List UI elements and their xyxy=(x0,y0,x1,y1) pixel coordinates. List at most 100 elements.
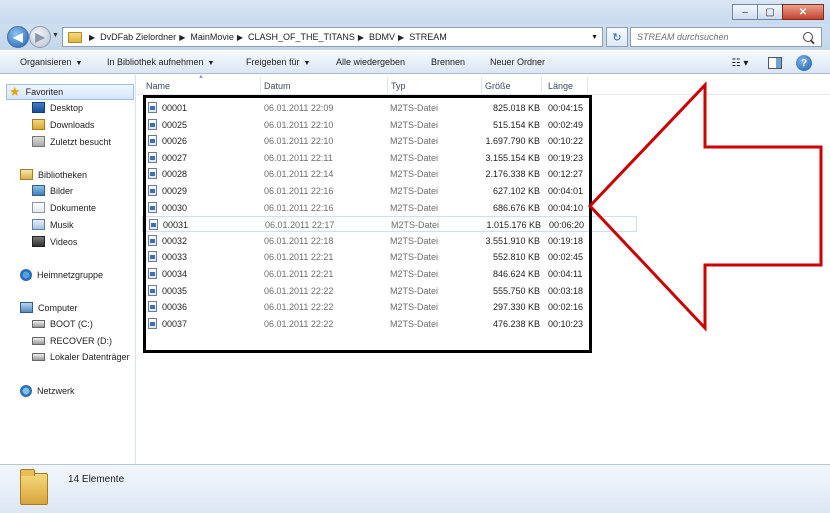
sidebar-item-drive-c[interactable]: BOOT (C:) xyxy=(32,319,93,329)
video-file-icon xyxy=(148,251,157,263)
play-all-button[interactable]: Alle wiedergeben xyxy=(336,57,405,67)
column-header-length[interactable]: Länge xyxy=(548,81,573,91)
breadcrumb-bdmv[interactable]: BDMV xyxy=(369,32,395,42)
table-row[interactable]: 00031 06.01.2011 22:17 M2TS-Datei 1.015.176… xyxy=(142,216,637,233)
file-type: M2TS-Datei xyxy=(390,103,439,113)
file-name: 00036 xyxy=(162,302,188,313)
sidebar-item-label: Netzwerk xyxy=(37,386,75,396)
chevron-right-icon[interactable]: ▶ xyxy=(395,33,409,42)
breadcrumb-stream[interactable]: STREAM xyxy=(409,32,447,42)
address-bar[interactable]: ▶ DvDFab Zielordner ▶ MainMovie ▶ CLASH_… xyxy=(62,27,603,47)
refresh-button[interactable]: ↻ xyxy=(606,27,628,47)
table-row[interactable]: 00027 06.01.2011 22:11 M2TS-Datei 3.155.154… xyxy=(142,150,634,166)
file-size: 476.238 KB xyxy=(492,318,540,329)
details-pane: 14 Elemente xyxy=(0,464,830,513)
sidebar-item-music[interactable]: Musik xyxy=(32,219,74,230)
column-divider[interactable] xyxy=(481,77,482,93)
organize-menu[interactable]: Organisieren ▼ xyxy=(20,57,82,67)
file-length: 00:10:23 xyxy=(548,318,584,329)
close-button[interactable]: ✕ xyxy=(782,4,824,20)
breadcrumb-clash[interactable]: CLASH_OF_THE_TITANS xyxy=(248,32,355,42)
video-file-icon xyxy=(148,201,157,213)
back-button[interactable]: ◀ xyxy=(7,26,29,48)
chevron-right-icon[interactable]: ▶ xyxy=(86,33,100,42)
table-row[interactable]: 00035 06.01.2011 22:22 M2TS-Datei 555.750 K… xyxy=(142,283,634,299)
file-date: 06.01.2011 22:18 xyxy=(264,235,334,246)
file-length: 00:03:18 xyxy=(548,285,584,296)
maximize-button[interactable]: ▢ xyxy=(757,4,783,20)
share-label: Freigeben für xyxy=(246,57,300,67)
preview-pane-icon[interactable] xyxy=(768,57,782,69)
include-library-menu[interactable]: In Bibliothek aufnehmen ▼ xyxy=(107,57,214,67)
share-menu[interactable]: Freigeben für ▼ xyxy=(246,57,310,67)
chevron-right-icon[interactable]: ▶ xyxy=(355,33,369,42)
table-row[interactable]: 00034 06.01.2011 22:21 M2TS-Datei 846.624 K… xyxy=(142,266,634,282)
column-divider[interactable] xyxy=(541,77,542,93)
change-view-icon[interactable]: ☷ ▾ xyxy=(727,55,753,71)
table-row[interactable]: 00029 06.01.2011 22:16 M2TS-Datei 627.102 K… xyxy=(142,183,634,199)
refresh-icon: ↻ xyxy=(612,31,622,44)
chevron-right-icon[interactable]: ▶ xyxy=(234,33,248,42)
sidebar-item-drive-d[interactable]: RECOVER (D:) xyxy=(32,336,112,346)
sidebar-item-computer[interactable]: Computer xyxy=(20,302,78,313)
file-date: 06.01.2011 22:14 xyxy=(264,169,334,180)
file-name: 00035 xyxy=(162,285,188,296)
new-folder-button[interactable]: Neuer Ordner xyxy=(490,57,545,67)
sidebar-item-label: Zuletzt besucht xyxy=(50,136,112,147)
table-row[interactable]: 00033 06.01.2011 22:21 M2TS-Datei 552.810 K… xyxy=(142,249,634,265)
table-row[interactable]: 00028 06.01.2011 22:14 M2TS-Datei 2.176.338… xyxy=(142,166,634,182)
sidebar-item-local-drive[interactable]: Lokaler Datenträger xyxy=(32,352,130,362)
table-row[interactable]: 00036 06.01.2011 22:22 M2TS-Datei 297.330 K… xyxy=(142,299,634,315)
breadcrumb-mainmovie[interactable]: MainMovie xyxy=(190,32,234,42)
chevron-right-icon[interactable]: ▶ xyxy=(176,33,190,42)
sidebar-item-network[interactable]: Netzwerk xyxy=(20,385,75,397)
file-date: 06.01.2011 22:21 xyxy=(264,269,334,279)
video-file-icon xyxy=(148,151,157,163)
column-header-type[interactable]: Typ xyxy=(391,81,406,91)
sidebar-item-videos[interactable]: Videos xyxy=(32,236,77,247)
search-input[interactable] xyxy=(631,32,801,42)
sidebar-item-downloads[interactable]: Downloads xyxy=(32,119,95,130)
help-icon[interactable]: ? xyxy=(796,55,812,71)
search-icon[interactable] xyxy=(803,32,813,42)
file-type: M2TS-Datei xyxy=(390,136,439,147)
file-list: ▲ Name Datum Typ Größe Länge 00001 06.01.… xyxy=(137,74,830,464)
column-divider[interactable] xyxy=(387,77,388,93)
column-divider[interactable] xyxy=(587,77,588,93)
minimize-button[interactable]: – xyxy=(732,4,758,20)
sidebar-item-label: Bibliotheken xyxy=(38,169,88,180)
file-date: 06.01.2011 22:22 xyxy=(264,285,334,296)
sidebar-item-desktop[interactable]: Desktop xyxy=(32,102,83,113)
sidebar-item-recent[interactable]: Zuletzt besucht xyxy=(32,136,111,147)
burn-button[interactable]: Brennen xyxy=(431,57,465,67)
sidebar-item-label: Downloads xyxy=(50,119,95,130)
title-bar: – ▢ ✕ xyxy=(0,0,830,24)
table-row[interactable]: 00025 06.01.2011 22:10 M2TS-Datei 515.154 K… xyxy=(142,117,634,133)
column-divider[interactable] xyxy=(260,77,261,93)
sidebar-item-homegroup[interactable]: Heimnetzgruppe xyxy=(20,269,103,281)
table-row[interactable]: 00037 06.01.2011 22:22 M2TS-Datei 476.238 K… xyxy=(142,316,634,332)
table-row[interactable]: 00030 06.01.2011 22:16 M2TS-Datei 686.676 K… xyxy=(142,200,634,216)
sidebar-item-documents[interactable]: Dokumente xyxy=(32,202,96,213)
forward-button[interactable]: ▶ xyxy=(29,26,51,48)
recent-pages-dropdown[interactable]: ▼ xyxy=(52,32,59,39)
column-header-size[interactable]: Größe xyxy=(485,81,511,91)
table-row[interactable]: 00032 06.01.2011 22:18 M2TS-Datei 3.551.910… xyxy=(142,233,634,249)
breadcrumb-dvdfab[interactable]: DvDFab Zielordner xyxy=(100,32,176,42)
column-header-name[interactable]: Name xyxy=(146,81,170,91)
sidebar-item-pictures[interactable]: Bilder xyxy=(32,185,73,196)
video-file-icon xyxy=(148,185,157,196)
table-row[interactable]: 00001 06.01.2011 22:09 M2TS-Datei 825.018 K… xyxy=(142,100,634,116)
file-type: M2TS-Datei xyxy=(390,152,439,163)
search-box[interactable] xyxy=(630,27,822,47)
file-size: 686.676 KB xyxy=(492,202,540,213)
file-length: 00:04:15 xyxy=(548,103,584,113)
file-date: 06.01.2011 22:21 xyxy=(264,252,334,263)
address-dropdown-icon[interactable]: ▼ xyxy=(591,34,602,41)
folder-icon xyxy=(68,31,82,43)
file-length: 00:02:45 xyxy=(548,252,584,263)
table-row[interactable]: 00026 06.01.2011 22:10 M2TS-Datei 1.697.790… xyxy=(142,133,634,149)
sidebar-item-favorites[interactable]: ★ Favoriten xyxy=(6,84,134,100)
sidebar-item-libraries[interactable]: Bibliotheken xyxy=(20,169,87,180)
column-header-date[interactable]: Datum xyxy=(264,81,291,91)
